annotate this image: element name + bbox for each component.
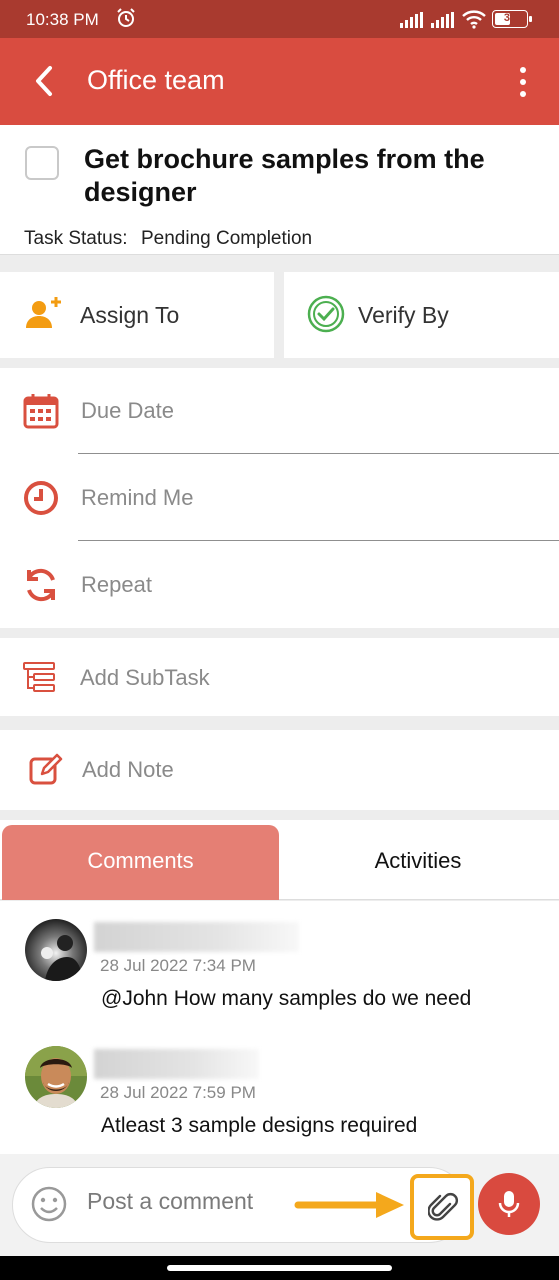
battery-level: 39	[503, 12, 517, 24]
edit-note-icon	[28, 752, 64, 788]
tab-activities[interactable]: Activities	[279, 825, 557, 900]
repeat-label: Repeat	[81, 572, 152, 597]
commenter-name-redacted	[94, 922, 299, 952]
battery-icon: 39	[492, 10, 532, 28]
attach-button[interactable]	[410, 1174, 474, 1240]
comment-list: 28 Jul 2022 7:34 PM @John How many sampl…	[0, 901, 559, 1154]
assign-to-label: Assign To	[80, 302, 180, 328]
paperclip-icon	[428, 1193, 458, 1221]
remind-me-label: Remind Me	[81, 485, 194, 510]
system-nav-bar	[0, 1256, 559, 1280]
due-date-label: Due Date	[81, 398, 174, 423]
due-date-row[interactable]: Due Date	[0, 368, 559, 454]
comment-text: @John How many samples do we need	[101, 987, 472, 1010]
repeat-icon	[22, 566, 60, 604]
more-vert-icon[interactable]	[513, 66, 533, 98]
task-status-value: Pending Completion	[141, 228, 313, 249]
signal-icon	[400, 12, 426, 28]
comment-timestamp: 28 Jul 2022 7:34 PM	[100, 956, 256, 975]
commenter-name-redacted	[94, 1049, 259, 1079]
clock-icon	[22, 479, 60, 517]
assign-to-button[interactable]: Assign To	[0, 272, 274, 358]
back-arrow-icon[interactable]	[30, 64, 60, 98]
status-bar: 10:38 PM 39	[0, 0, 559, 38]
divider	[78, 453, 559, 454]
subtask-tree-icon	[22, 660, 58, 696]
highlight-arrow-icon	[294, 1192, 404, 1218]
verified-check-icon	[306, 294, 346, 334]
avatar[interactable]	[25, 919, 87, 981]
wifi-icon	[462, 9, 486, 34]
app-bar: Office team	[0, 38, 559, 125]
repeat-row[interactable]: Repeat	[0, 542, 559, 628]
task-complete-checkbox[interactable]	[25, 146, 59, 180]
comment-timestamp: 28 Jul 2022 7:59 PM	[100, 1083, 256, 1102]
tab-comments[interactable]: Comments	[2, 825, 279, 900]
add-note-row[interactable]: Add Note	[0, 730, 559, 810]
alarm-icon	[116, 8, 136, 33]
verify-by-label: Verify By	[358, 302, 449, 328]
comment-input[interactable]	[87, 1188, 297, 1215]
comment-text: Atleast 3 sample designs required	[101, 1114, 418, 1137]
add-person-icon	[24, 294, 64, 334]
add-subtask-label: Add SubTask	[80, 665, 210, 690]
remind-me-row[interactable]: Remind Me	[0, 455, 559, 541]
comment-item: 28 Jul 2022 7:59 PM Atleast 3 sample des…	[0, 1028, 559, 1148]
page-title: Office team	[87, 65, 225, 95]
add-subtask-row[interactable]: Add SubTask	[0, 638, 559, 716]
calendar-icon	[22, 392, 60, 430]
voice-record-button[interactable]	[478, 1173, 540, 1235]
emoji-icon[interactable]	[30, 1185, 68, 1223]
tab-bar: Comments Activities	[0, 820, 559, 900]
status-time: 10:38 PM	[26, 10, 99, 29]
signal-icon	[431, 12, 457, 28]
schedule-section: Due Date Remind Me Repeat	[0, 368, 559, 628]
add-note-label: Add Note	[82, 757, 174, 782]
task-title[interactable]: Get brochure samples from the designer	[84, 143, 534, 209]
task-status-label: Task Status:	[24, 228, 128, 249]
divider	[78, 540, 559, 541]
home-gesture-handle[interactable]	[167, 1265, 392, 1271]
verify-by-button[interactable]: Verify By	[284, 272, 559, 358]
mic-icon	[498, 1191, 520, 1217]
task-header: Get brochure samples from the designer T…	[0, 125, 559, 255]
avatar[interactable]	[25, 1046, 87, 1108]
comment-composer	[0, 1154, 559, 1256]
comment-item: 28 Jul 2022 7:34 PM @John How many sampl…	[0, 901, 559, 1021]
